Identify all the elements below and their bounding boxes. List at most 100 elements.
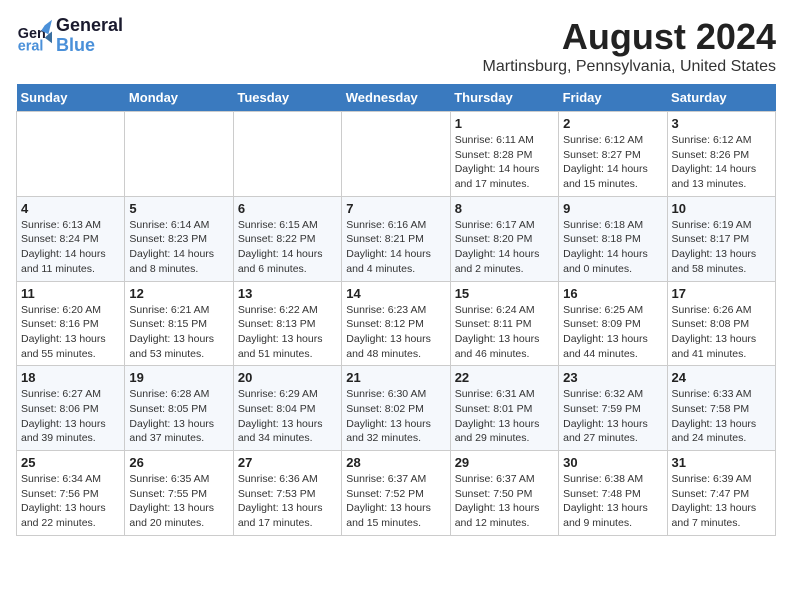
calendar-cell: 15 Sunrise: 6:24 AM Sunset: 8:11 PM Dayli… (450, 281, 558, 366)
day-info: Sunrise: 6:24 AM Sunset: 8:11 PM Dayligh… (455, 303, 554, 362)
day-number: 8 (455, 201, 554, 216)
page-header: Gen eral General Blue August 2024 Martin… (16, 16, 776, 76)
day-info: Sunrise: 6:30 AM Sunset: 8:02 PM Dayligh… (346, 387, 445, 446)
day-info: Sunrise: 6:21 AM Sunset: 8:15 PM Dayligh… (129, 303, 228, 362)
calendar-cell: 4 Sunrise: 6:13 AM Sunset: 8:24 PM Daylig… (17, 196, 125, 281)
header-sunday: Sunday (17, 84, 125, 112)
day-info: Sunrise: 6:13 AM Sunset: 8:24 PM Dayligh… (21, 218, 120, 277)
day-number: 25 (21, 455, 120, 470)
day-number: 17 (672, 286, 771, 301)
day-info: Sunrise: 6:25 AM Sunset: 8:09 PM Dayligh… (563, 303, 662, 362)
calendar-cell: 28 Sunrise: 6:37 AM Sunset: 7:52 PM Dayli… (342, 451, 450, 536)
day-number: 26 (129, 455, 228, 470)
day-info: Sunrise: 6:12 AM Sunset: 8:27 PM Dayligh… (563, 133, 662, 192)
day-info: Sunrise: 6:37 AM Sunset: 7:52 PM Dayligh… (346, 472, 445, 531)
day-info: Sunrise: 6:16 AM Sunset: 8:21 PM Dayligh… (346, 218, 445, 277)
calendar-cell: 13 Sunrise: 6:22 AM Sunset: 8:13 PM Dayli… (233, 281, 341, 366)
calendar-cell: 24 Sunrise: 6:33 AM Sunset: 7:58 PM Dayli… (667, 366, 775, 451)
header-friday: Friday (559, 84, 667, 112)
header-tuesday: Tuesday (233, 84, 341, 112)
day-info: Sunrise: 6:23 AM Sunset: 8:12 PM Dayligh… (346, 303, 445, 362)
calendar-week-2: 4 Sunrise: 6:13 AM Sunset: 8:24 PM Daylig… (17, 196, 776, 281)
day-number: 20 (238, 370, 337, 385)
day-info: Sunrise: 6:31 AM Sunset: 8:01 PM Dayligh… (455, 387, 554, 446)
header-thursday: Thursday (450, 84, 558, 112)
calendar-cell: 22Sunrise: 6:31 AM Sunset: 8:01 PM Dayli… (450, 366, 558, 451)
day-number: 29 (455, 455, 554, 470)
day-info: Sunrise: 6:19 AM Sunset: 8:17 PM Dayligh… (672, 218, 771, 277)
calendar-cell (125, 112, 233, 197)
day-number: 12 (129, 286, 228, 301)
day-number: 11 (21, 286, 120, 301)
day-number: 6 (238, 201, 337, 216)
day-info: Sunrise: 6:12 AM Sunset: 8:26 PM Dayligh… (672, 133, 771, 192)
day-number: 28 (346, 455, 445, 470)
day-info: Sunrise: 6:20 AM Sunset: 8:16 PM Dayligh… (21, 303, 120, 362)
calendar-cell (342, 112, 450, 197)
calendar-cell: 7 Sunrise: 6:16 AM Sunset: 8:21 PM Daylig… (342, 196, 450, 281)
calendar-cell: 1 Sunrise: 6:11 AM Sunset: 8:28 PM Daylig… (450, 112, 558, 197)
header-wednesday: Wednesday (342, 84, 450, 112)
day-info: Sunrise: 6:33 AM Sunset: 7:58 PM Dayligh… (672, 387, 771, 446)
day-info: Sunrise: 6:38 AM Sunset: 7:48 PM Dayligh… (563, 472, 662, 531)
logo-text: General Blue (56, 16, 123, 56)
day-number: 1 (455, 116, 554, 131)
day-number: 27 (238, 455, 337, 470)
day-info: Sunrise: 6:14 AM Sunset: 8:23 PM Dayligh… (129, 218, 228, 277)
day-info: Sunrise: 6:29 AM Sunset: 8:04 PM Dayligh… (238, 387, 337, 446)
day-number: 30 (563, 455, 662, 470)
day-number: 4 (21, 201, 120, 216)
calendar-cell: 9Sunrise: 6:18 AM Sunset: 8:18 PM Daylig… (559, 196, 667, 281)
day-number: 19 (129, 370, 228, 385)
day-number: 21 (346, 370, 445, 385)
calendar-cell: 31Sunrise: 6:39 AM Sunset: 7:47 PM Dayli… (667, 451, 775, 536)
calendar-cell: 30 Sunrise: 6:38 AM Sunset: 7:48 PM Dayli… (559, 451, 667, 536)
logo-icon: Gen eral (16, 18, 52, 54)
calendar-week-5: 25 Sunrise: 6:34 AM Sunset: 7:56 PM Dayli… (17, 451, 776, 536)
calendar-cell: 8 Sunrise: 6:17 AM Sunset: 8:20 PM Daylig… (450, 196, 558, 281)
calendar-cell: 3 Sunrise: 6:12 AM Sunset: 8:26 PM Daylig… (667, 112, 775, 197)
logo-blue: Blue (56, 35, 95, 55)
day-number: 13 (238, 286, 337, 301)
day-number: 3 (672, 116, 771, 131)
day-info: Sunrise: 6:17 AM Sunset: 8:20 PM Dayligh… (455, 218, 554, 277)
calendar-table: SundayMondayTuesdayWednesdayThursdayFrid… (16, 84, 776, 536)
day-info: Sunrise: 6:39 AM Sunset: 7:47 PM Dayligh… (672, 472, 771, 531)
day-info: Sunrise: 6:15 AM Sunset: 8:22 PM Dayligh… (238, 218, 337, 277)
calendar-cell: 27 Sunrise: 6:36 AM Sunset: 7:53 PM Dayli… (233, 451, 341, 536)
day-number: 15 (455, 286, 554, 301)
day-info: Sunrise: 6:34 AM Sunset: 7:56 PM Dayligh… (21, 472, 120, 531)
day-number: 9 (563, 201, 662, 216)
day-info: Sunrise: 6:26 AM Sunset: 8:08 PM Dayligh… (672, 303, 771, 362)
calendar-cell: 19 Sunrise: 6:28 AM Sunset: 8:05 PM Dayli… (125, 366, 233, 451)
day-number: 5 (129, 201, 228, 216)
calendar-cell: 21 Sunrise: 6:30 AM Sunset: 8:02 PM Dayli… (342, 366, 450, 451)
calendar-cell (233, 112, 341, 197)
svg-text:eral: eral (18, 38, 44, 54)
day-info: Sunrise: 6:37 AM Sunset: 7:50 PM Dayligh… (455, 472, 554, 531)
calendar-cell: 17 Sunrise: 6:26 AM Sunset: 8:08 PM Dayli… (667, 281, 775, 366)
calendar-week-3: 11 Sunrise: 6:20 AM Sunset: 8:16 PM Dayli… (17, 281, 776, 366)
day-info: Sunrise: 6:32 AM Sunset: 7:59 PM Dayligh… (563, 387, 662, 446)
day-info: Sunrise: 6:28 AM Sunset: 8:05 PM Dayligh… (129, 387, 228, 446)
calendar-cell: 29 Sunrise: 6:37 AM Sunset: 7:50 PM Dayli… (450, 451, 558, 536)
day-info: Sunrise: 6:22 AM Sunset: 8:13 PM Dayligh… (238, 303, 337, 362)
day-info: Sunrise: 6:27 AM Sunset: 8:06 PM Dayligh… (21, 387, 120, 446)
day-info: Sunrise: 6:36 AM Sunset: 7:53 PM Dayligh… (238, 472, 337, 531)
calendar-cell: 6 Sunrise: 6:15 AM Sunset: 8:22 PM Daylig… (233, 196, 341, 281)
calendar-cell: 11 Sunrise: 6:20 AM Sunset: 8:16 PM Dayli… (17, 281, 125, 366)
day-number: 7 (346, 201, 445, 216)
header-saturday: Saturday (667, 84, 775, 112)
calendar-cell: 26Sunrise: 6:35 AM Sunset: 7:55 PM Dayli… (125, 451, 233, 536)
logo-general: General (56, 15, 123, 35)
calendar-cell: 23Sunrise: 6:32 AM Sunset: 7:59 PM Dayli… (559, 366, 667, 451)
calendar-header-row: SundayMondayTuesdayWednesdayThursdayFrid… (17, 84, 776, 112)
logo: Gen eral General Blue (16, 16, 123, 56)
day-info: Sunrise: 6:11 AM Sunset: 8:28 PM Dayligh… (455, 133, 554, 192)
day-number: 10 (672, 201, 771, 216)
month-year-title: August 2024 (483, 16, 776, 58)
day-number: 24 (672, 370, 771, 385)
calendar-cell: 14Sunrise: 6:23 AM Sunset: 8:12 PM Dayli… (342, 281, 450, 366)
day-number: 18 (21, 370, 120, 385)
calendar-cell: 20 Sunrise: 6:29 AM Sunset: 8:04 PM Dayli… (233, 366, 341, 451)
